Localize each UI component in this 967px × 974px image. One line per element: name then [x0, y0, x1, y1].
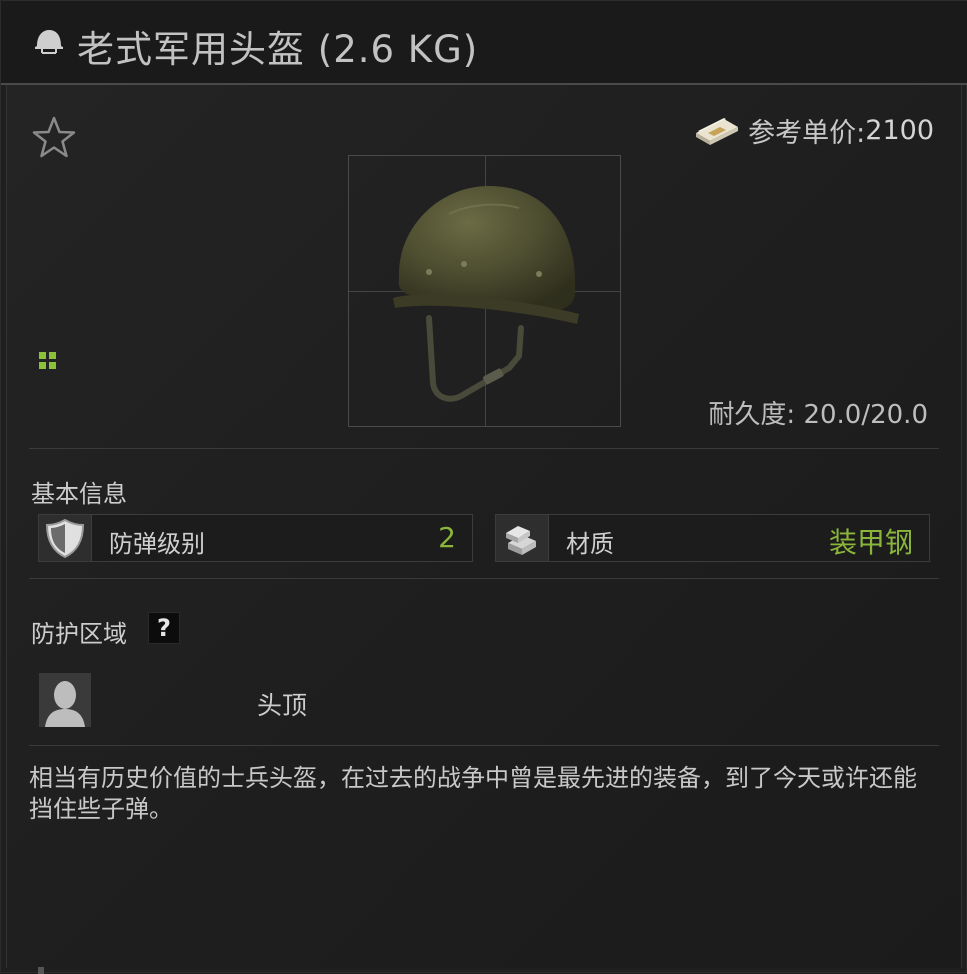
- section-divider: [29, 448, 939, 449]
- shield-icon: [39, 515, 92, 561]
- durability-value: 耐久度: 20.0/20.0: [708, 400, 928, 430]
- helmet-image: [393, 186, 579, 402]
- grid-icon: [39, 352, 56, 369]
- section-divider: [29, 745, 939, 746]
- stat-armor-class-label: 防弹级别: [109, 530, 205, 558]
- item-description: 相当有历史价值的士兵头盔，在过去的战争中曾是最先进的装备，到了今天或许还能挡住些…: [29, 764, 917, 823]
- metal-ingots-icon: [496, 515, 549, 561]
- basic-info-title: 基本信息: [31, 480, 127, 508]
- section-divider: [29, 578, 939, 579]
- question-icon[interactable]: ?: [148, 612, 180, 644]
- stat-armor-class-value: 2: [438, 521, 456, 554]
- stat-material-value: 装甲钢: [828, 526, 913, 559]
- star-outline-icon[interactable]: [31, 115, 77, 159]
- stat-material[interactable]: 材质 装甲钢: [495, 514, 930, 562]
- window-title: 老式军用头盔 (2.6 KG): [77, 28, 479, 71]
- price-label: 参考单价:: [748, 117, 866, 149]
- window-titlebar[interactable]: 老式军用头盔 (2.6 KG): [1, 1, 967, 85]
- helmet-icon: [35, 30, 63, 54]
- stat-material-label: 材质: [566, 530, 614, 558]
- protection-zone-head: 头顶: [257, 691, 308, 720]
- head-silhouette-icon: [39, 673, 91, 727]
- price-value: 2100: [865, 114, 934, 146]
- protection-zone-title: 防护区域: [31, 620, 127, 648]
- stat-armor-class[interactable]: 防弹级别 2: [38, 514, 473, 562]
- money-stack-icon: [696, 118, 739, 145]
- item-inspect-window: 老式军用头盔 (2.6 KG) 参考单价: 2100 耐久度: 20.0/20.…: [0, 0, 967, 974]
- item-image-slot[interactable]: [348, 155, 621, 427]
- reference-price: 参考单价: 2100: [694, 112, 934, 149]
